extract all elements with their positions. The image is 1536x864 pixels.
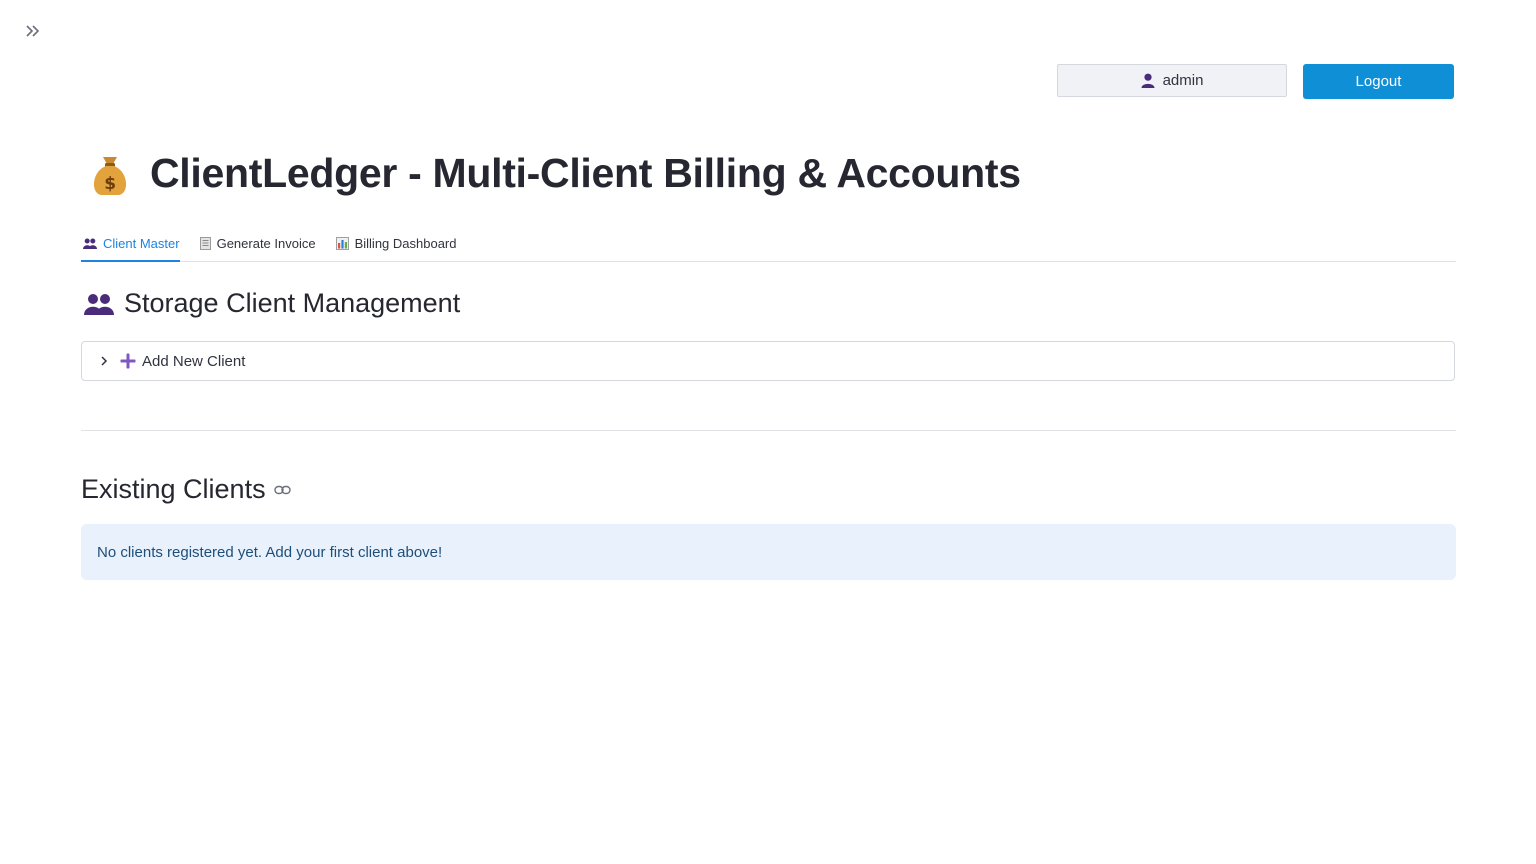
tab-label: Billing Dashboard <box>354 235 457 251</box>
money-bag-icon: $ <box>93 156 127 195</box>
section-title-text: Storage Client Management <box>124 288 461 318</box>
info-alert: No clients registered yet. Add your firs… <box>81 524 1456 580</box>
people-icon <box>84 293 114 315</box>
chevron-right-icon <box>101 356 108 366</box>
link-icon[interactable] <box>273 485 291 495</box>
tab-label: Generate Invoice <box>216 235 316 251</box>
plus-icon <box>120 353 136 369</box>
page-title-text: ClientLedger - Multi-Client Billing & Ac… <box>150 150 1021 196</box>
expander-label-text: Add New Client <box>142 352 246 370</box>
document-icon <box>199 236 211 250</box>
main-tabs: Client Master Generate Invoice Billing D… <box>81 226 1456 262</box>
page-title: $ ClientLedger - Multi-Client Billing & … <box>88 150 1021 197</box>
svg-text:$: $ <box>104 174 116 194</box>
info-message: No clients registered yet. Add your firs… <box>97 543 443 561</box>
section-title-existing-clients: Existing Clients <box>81 474 291 505</box>
double-chevron-right-icon <box>26 25 40 37</box>
section-title-text: Existing Clients <box>81 474 266 504</box>
bar-chart-icon <box>335 236 349 250</box>
tab-generate-invoice[interactable]: Generate Invoice <box>198 226 316 260</box>
tab-billing-dashboard[interactable]: Billing Dashboard <box>334 226 457 260</box>
tab-client-master[interactable]: Client Master <box>81 226 180 262</box>
section-title-client-management: Storage Client Management <box>84 288 460 319</box>
add-new-client-expander[interactable]: Add New Client <box>81 341 1455 381</box>
username: admin <box>1162 72 1204 89</box>
section-divider <box>81 430 1456 431</box>
sidebar-expand-button[interactable] <box>22 20 44 42</box>
people-icon <box>83 238 97 249</box>
logout-button[interactable]: Logout <box>1303 64 1454 99</box>
current-user-display: admin <box>1057 64 1287 97</box>
tab-label: Client Master <box>103 235 180 251</box>
user-icon <box>1141 73 1155 88</box>
header-actions: admin Logout <box>1057 64 1454 99</box>
expander-label: Add New Client <box>120 353 245 370</box>
